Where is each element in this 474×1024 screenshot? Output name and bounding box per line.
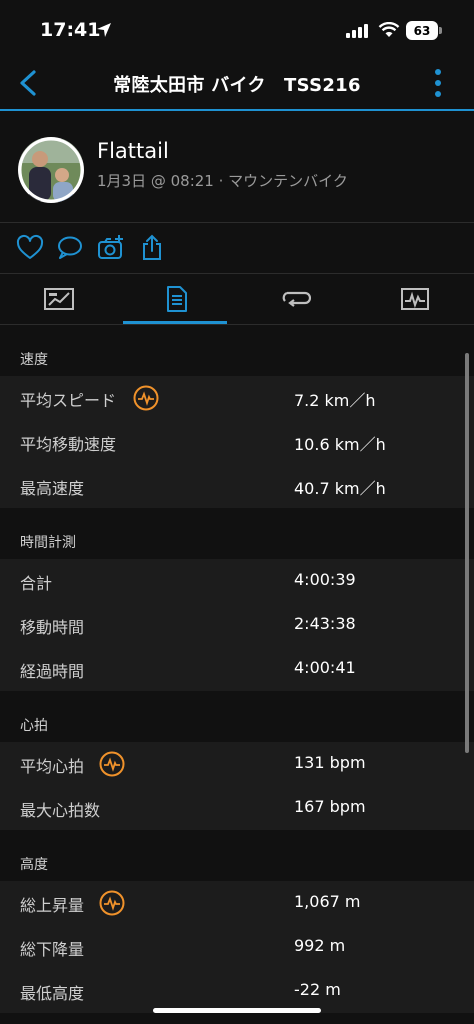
stat-value: 131 bpm (294, 753, 366, 772)
section-title: 高度 (20, 857, 48, 873)
stat-label: 総下降量 (20, 940, 85, 959)
stat-label: 平均移動速度 (20, 435, 117, 454)
stat-value: 992 m (294, 936, 346, 955)
heart-icon[interactable] (16, 234, 44, 262)
stat-value: 2:43:38 (294, 614, 356, 633)
stat-row: 総下降量 992 m (0, 925, 474, 969)
stat-label: 最高速度 (20, 479, 85, 498)
stat-row: 経過時間 4:00:41 (0, 647, 474, 691)
stat-label: 合計 (20, 574, 53, 593)
stat-value: 4:00:39 (294, 570, 356, 589)
stat-row: 移動時間 2:43:38 (0, 603, 474, 647)
tab-overview[interactable] (0, 274, 118, 324)
avatar-photo (18, 137, 84, 203)
share-icon[interactable] (138, 234, 166, 262)
battery-tip (439, 27, 442, 34)
section-title: 時間計測 (20, 535, 76, 551)
scrollbar[interactable] (465, 353, 469, 753)
heart-rate-zone-icon[interactable] (99, 890, 125, 916)
comment-icon[interactable] (56, 234, 84, 262)
stat-row: 平均移動速度 10.6 km／h (0, 420, 474, 464)
stat-value: 4:00:41 (294, 658, 356, 677)
heart-rate-zone-icon[interactable] (133, 385, 159, 411)
section-header-timing: 時間計測 (0, 508, 474, 559)
tab-stats[interactable] (118, 274, 236, 324)
stat-row: 最低高度 -22 m (0, 969, 474, 1013)
username[interactable]: Flattail (97, 139, 169, 163)
cellular-signal-icon (346, 24, 368, 38)
heart-rate-zone-icon[interactable] (99, 751, 125, 777)
stat-row: 平均心拍 131 bpm (0, 742, 474, 786)
wifi-icon (378, 22, 400, 37)
stat-label: 移動時間 (20, 618, 85, 637)
status-time: 17:41 (40, 19, 101, 41)
section-title: 速度 (20, 352, 48, 368)
stat-label: 平均心拍 (20, 757, 85, 776)
stat-label: 経過時間 (20, 662, 85, 681)
more-options-icon[interactable] (428, 66, 448, 100)
stat-value: 1,067 m (294, 892, 361, 911)
stats-list[interactable]: 速度 平均スピード 7.2 km／h 平均移動速度 10.6 km／h 最高速度… (0, 325, 474, 1013)
stats-tab-icon (167, 286, 187, 312)
charts-tab-icon (401, 288, 429, 310)
location-arrow-icon (97, 23, 111, 37)
section-title: 心拍 (20, 718, 48, 734)
stat-value: 10.6 km／h (294, 435, 386, 454)
stat-label: 総上昇量 (20, 896, 85, 915)
camera-add-icon[interactable] (97, 234, 125, 262)
section-header-heart-rate: 心拍 (0, 691, 474, 742)
section-header-speed: 速度 (0, 325, 474, 376)
laps-tab-icon (282, 291, 311, 307)
home-indicator[interactable] (153, 1008, 321, 1013)
activity-date-type: 1月3日 @ 08:21 · マウンテンバイク (97, 172, 348, 190)
tab-charts[interactable] (356, 274, 474, 324)
battery-level: 63 (413, 23, 431, 38)
stat-row: 総上昇量 1,067 m (0, 881, 474, 925)
stat-row: 最大心拍数 167 bpm (0, 786, 474, 830)
stat-row: 平均スピード 7.2 km／h (0, 376, 474, 420)
stat-value: -22 m (294, 980, 341, 999)
avatar[interactable] (18, 137, 84, 203)
stat-value: 7.2 km／h (294, 391, 376, 410)
back-chevron-icon[interactable] (14, 68, 44, 98)
overview-tab-icon (44, 288, 74, 310)
activity-title: 常陸太田市 バイク TSS216 (113, 75, 361, 96)
stat-label: 最大心拍数 (20, 801, 101, 820)
tab-laps[interactable] (237, 274, 355, 324)
battery-indicator: 63 (406, 21, 438, 40)
stat-label: 平均スピード (20, 391, 117, 410)
stat-row: 最高速度 40.7 km／h (0, 464, 474, 508)
stat-value: 167 bpm (294, 797, 366, 816)
stat-label: 最低高度 (20, 984, 85, 1003)
divider (0, 222, 474, 223)
section-header-elevation: 高度 (0, 830, 474, 881)
stat-row: 合計 4:00:39 (0, 559, 474, 603)
stat-value: 40.7 km／h (294, 479, 386, 498)
